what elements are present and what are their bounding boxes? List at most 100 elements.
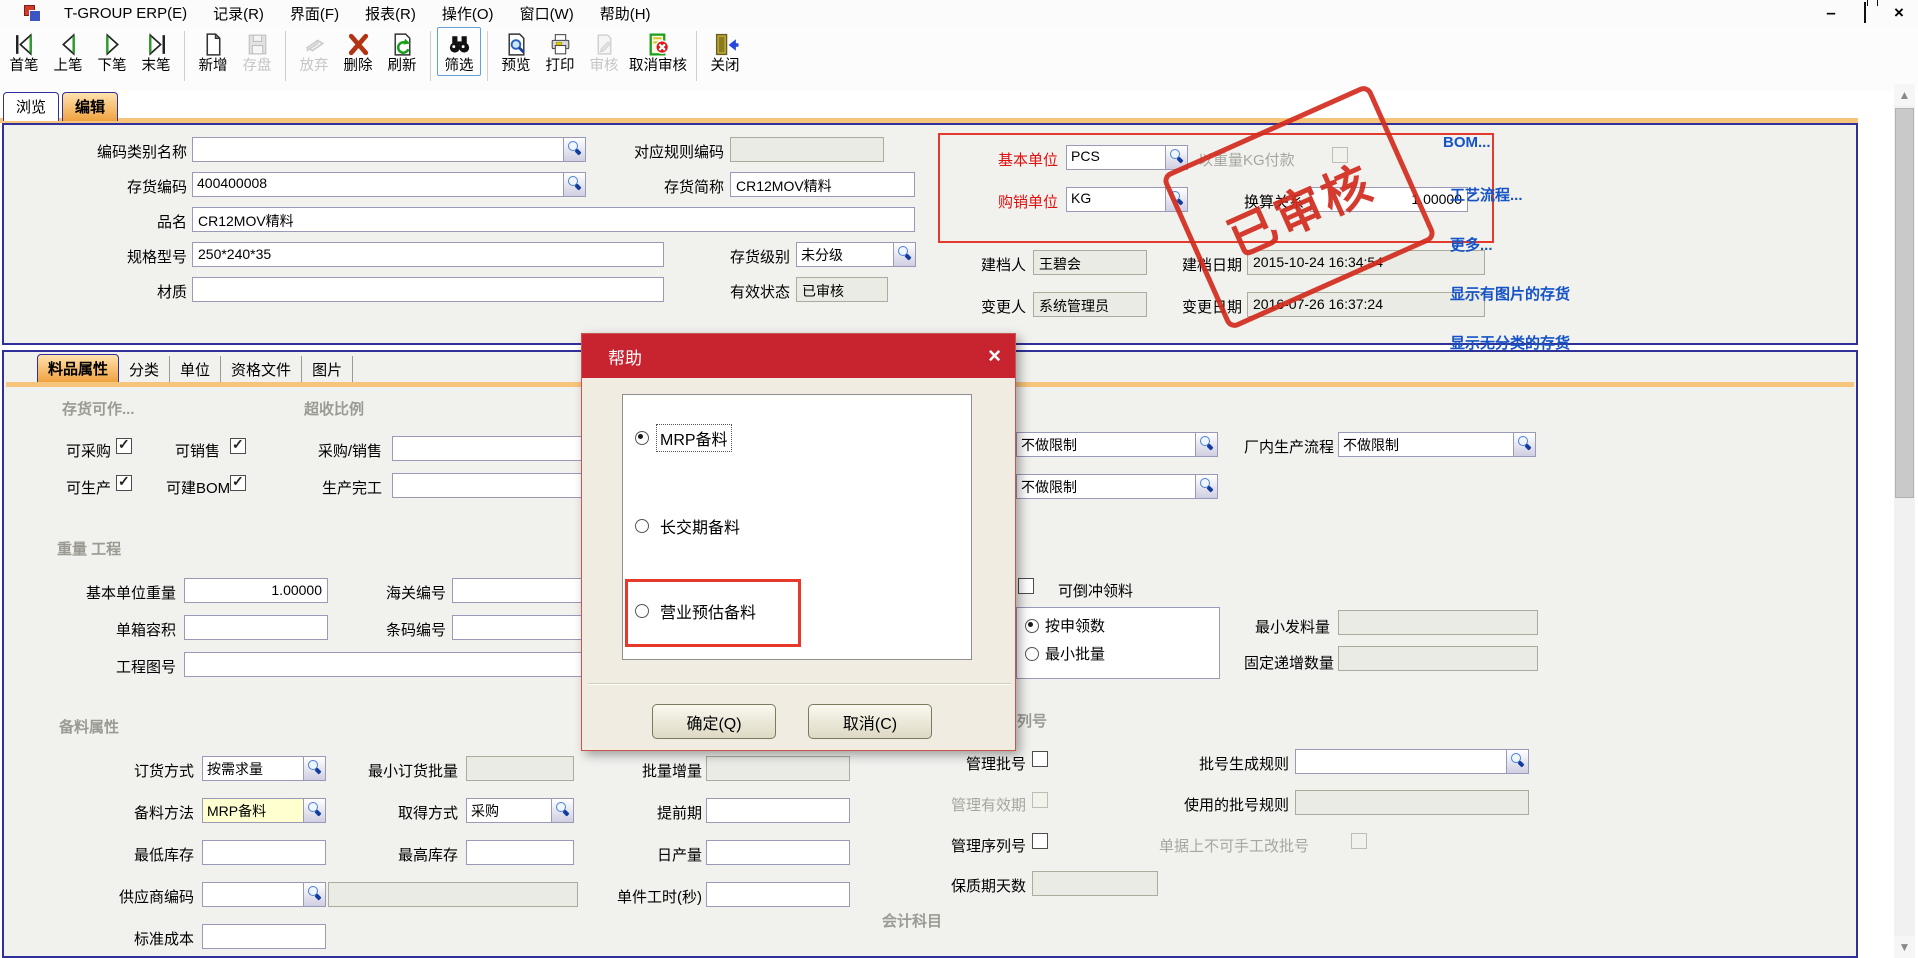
- refresh-button[interactable]: 刷新: [380, 27, 424, 76]
- ok-button[interactable]: 确定(Q): [652, 704, 776, 739]
- spec-field[interactable]: 250*240*35: [192, 242, 664, 267]
- scrollbar-thumb[interactable]: [1895, 108, 1914, 498]
- material-field[interactable]: [192, 277, 664, 302]
- menu-app-title[interactable]: T-GROUP ERP(E): [51, 2, 200, 25]
- nav-first-button[interactable]: 首笔: [2, 27, 46, 76]
- tab-unit[interactable]: 单位: [170, 356, 221, 383]
- tab-qualification-files[interactable]: 资格文件: [221, 356, 302, 383]
- max-stock-field[interactable]: [466, 840, 574, 865]
- sellable-checkbox[interactable]: [230, 438, 246, 454]
- dialog-title-bar[interactable]: 帮助 ×: [582, 334, 1015, 378]
- lookup-icon[interactable]: [893, 243, 915, 266]
- cancel-audit-button[interactable]: 取消审核: [626, 27, 690, 76]
- product-name-field[interactable]: CR12MOV精料: [192, 207, 915, 232]
- manage-expiry-checkbox: [1032, 792, 1048, 808]
- code-category-combo[interactable]: [192, 137, 586, 162]
- nav-last-button[interactable]: 末笔: [134, 27, 178, 76]
- radio-by-request[interactable]: 按申领数: [1025, 615, 1219, 636]
- menu-operation[interactable]: 操作(O): [429, 0, 507, 27]
- lookup-icon[interactable]: [303, 883, 325, 906]
- base-weight-field[interactable]: 1.00000: [184, 578, 328, 603]
- close-form-button[interactable]: 关闭: [703, 27, 747, 76]
- add-new-button[interactable]: 新增: [191, 27, 235, 76]
- toolbar-button-label: 存盘: [243, 58, 272, 75]
- grade-combo[interactable]: 未分级: [796, 242, 916, 267]
- minimize-button[interactable]: –: [1822, 3, 1840, 23]
- item-short-field[interactable]: CR12MOV精料: [730, 172, 915, 197]
- link-process-flow[interactable]: 工艺流程...: [1450, 184, 1523, 205]
- min-stock-field[interactable]: [202, 840, 326, 865]
- detail-tab-strip: 料品属性 分类 单位 资格文件 图片: [37, 354, 353, 383]
- section-usable: 存货可作...: [62, 398, 135, 419]
- section-prep-attr: 备料属性: [59, 716, 119, 737]
- acquire-mode-combo[interactable]: 采购: [466, 798, 574, 823]
- limit-combo-2[interactable]: 不做限制: [1016, 474, 1218, 499]
- cancel-button[interactable]: 取消(C): [808, 704, 932, 739]
- status-label: 有效状态: [604, 281, 790, 302]
- batch-rule-combo[interactable]: [1295, 749, 1529, 774]
- tab-browse[interactable]: 浏览: [3, 92, 59, 121]
- scroll-down-icon[interactable]: ▼: [1894, 936, 1915, 958]
- lookup-icon[interactable]: [1506, 750, 1528, 773]
- lookup-icon[interactable]: [1195, 433, 1217, 456]
- base-unit-combo[interactable]: PCS: [1066, 145, 1188, 170]
- lookup-icon[interactable]: [1195, 475, 1217, 498]
- dialog-close-icon[interactable]: ×: [988, 343, 1001, 369]
- factory-flow-combo[interactable]: 不做限制: [1338, 432, 1536, 457]
- lead-time-field[interactable]: [706, 798, 850, 823]
- acquire-mode-label: 取得方式: [334, 802, 458, 823]
- tab-images[interactable]: 图片: [302, 356, 353, 383]
- prep-method-label: 备料方法: [102, 802, 194, 823]
- print-button[interactable]: 打印: [538, 27, 582, 76]
- menu-help[interactable]: 帮助(H): [587, 0, 664, 27]
- section-serial-batch: 列号: [1017, 710, 1047, 731]
- link-more[interactable]: 更多...: [1450, 234, 1493, 255]
- link-bom[interactable]: BOM...: [1443, 134, 1491, 151]
- menu-report[interactable]: 报表(R): [352, 0, 429, 27]
- unit-hours-field[interactable]: [706, 882, 850, 907]
- filter-button[interactable]: 筛选: [437, 27, 481, 76]
- creator-field: 王碧会: [1033, 250, 1147, 275]
- base-unit-label: 基本单位: [952, 149, 1058, 170]
- menu-record[interactable]: 记录(R): [200, 0, 277, 27]
- producible-checkbox[interactable]: [116, 475, 132, 491]
- close-button[interactable]: ×: [1890, 3, 1908, 23]
- manage-batch-checkbox[interactable]: [1032, 751, 1048, 767]
- link-show-with-images[interactable]: 显示有图片的存货: [1450, 283, 1570, 304]
- restore-button[interactable]: [1856, 3, 1874, 23]
- item-code-combo[interactable]: 400400008: [192, 172, 586, 197]
- scroll-up-icon[interactable]: ▲: [1894, 84, 1915, 106]
- lookup-icon[interactable]: [303, 799, 325, 822]
- radio-min-batch[interactable]: 最小批量: [1025, 643, 1219, 664]
- option-long-lead[interactable]: 长交期备料: [635, 513, 743, 539]
- toolbar-separator: [285, 31, 286, 81]
- preview-button[interactable]: 预览: [494, 27, 538, 76]
- tab-item-attributes[interactable]: 料品属性: [37, 354, 119, 383]
- menu-window[interactable]: 窗口(W): [507, 0, 587, 27]
- lookup-icon[interactable]: [551, 799, 573, 822]
- limit-combo-1[interactable]: 不做限制: [1016, 432, 1218, 457]
- nav-prev-button[interactable]: 上笔: [46, 27, 90, 76]
- option-mrp[interactable]: MRP备料: [635, 425, 731, 451]
- nav-next-button[interactable]: 下笔: [90, 27, 134, 76]
- preview-icon: [503, 30, 530, 58]
- delete-button[interactable]: 删除: [336, 27, 380, 76]
- tab-edit[interactable]: 编辑: [62, 92, 118, 121]
- lookup-icon[interactable]: [303, 757, 325, 780]
- creator-label: 建档人: [962, 254, 1026, 275]
- supplier-code-combo[interactable]: [202, 882, 326, 907]
- purchase-sale-ratio-label: 采购/销售: [284, 440, 382, 461]
- backflush-checkbox[interactable]: [1018, 578, 1034, 594]
- std-cost-field[interactable]: [202, 924, 326, 949]
- box-volume-field[interactable]: [184, 615, 328, 640]
- lookup-icon[interactable]: [1513, 433, 1535, 456]
- menu-interface[interactable]: 界面(F): [277, 0, 352, 27]
- manage-serial-checkbox[interactable]: [1032, 833, 1048, 849]
- prep-method-combo[interactable]: MRP备料: [202, 798, 326, 823]
- daily-output-field[interactable]: [706, 840, 850, 865]
- purchasable-checkbox[interactable]: [116, 438, 132, 454]
- print-icon: [547, 30, 574, 58]
- bomable-checkbox[interactable]: [230, 475, 246, 491]
- order-mode-combo[interactable]: 按需求量: [202, 756, 326, 781]
- tab-classification[interactable]: 分类: [119, 356, 170, 383]
